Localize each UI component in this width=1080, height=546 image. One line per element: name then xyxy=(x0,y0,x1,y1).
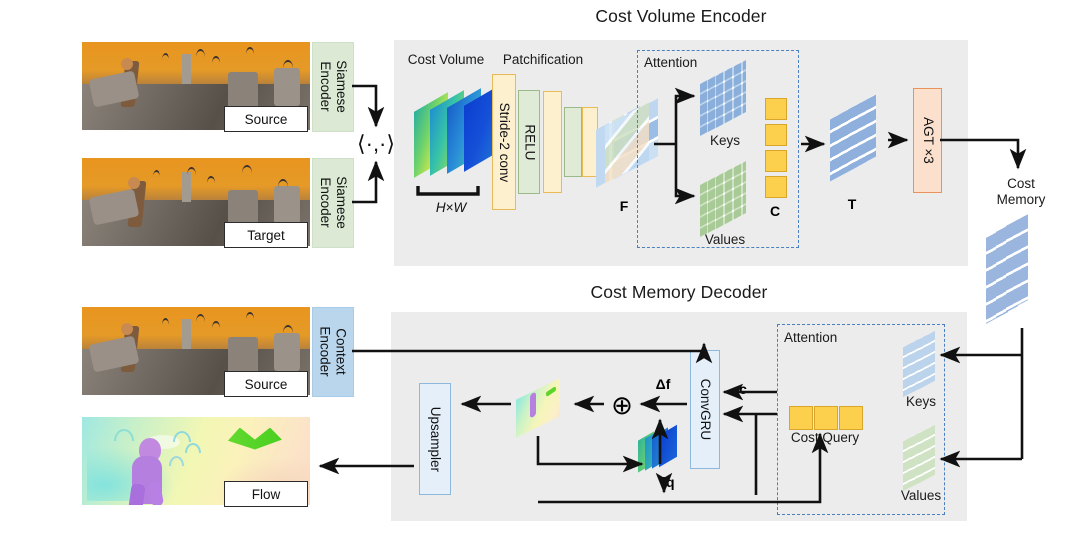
connector-overlay xyxy=(318,84,1027,504)
